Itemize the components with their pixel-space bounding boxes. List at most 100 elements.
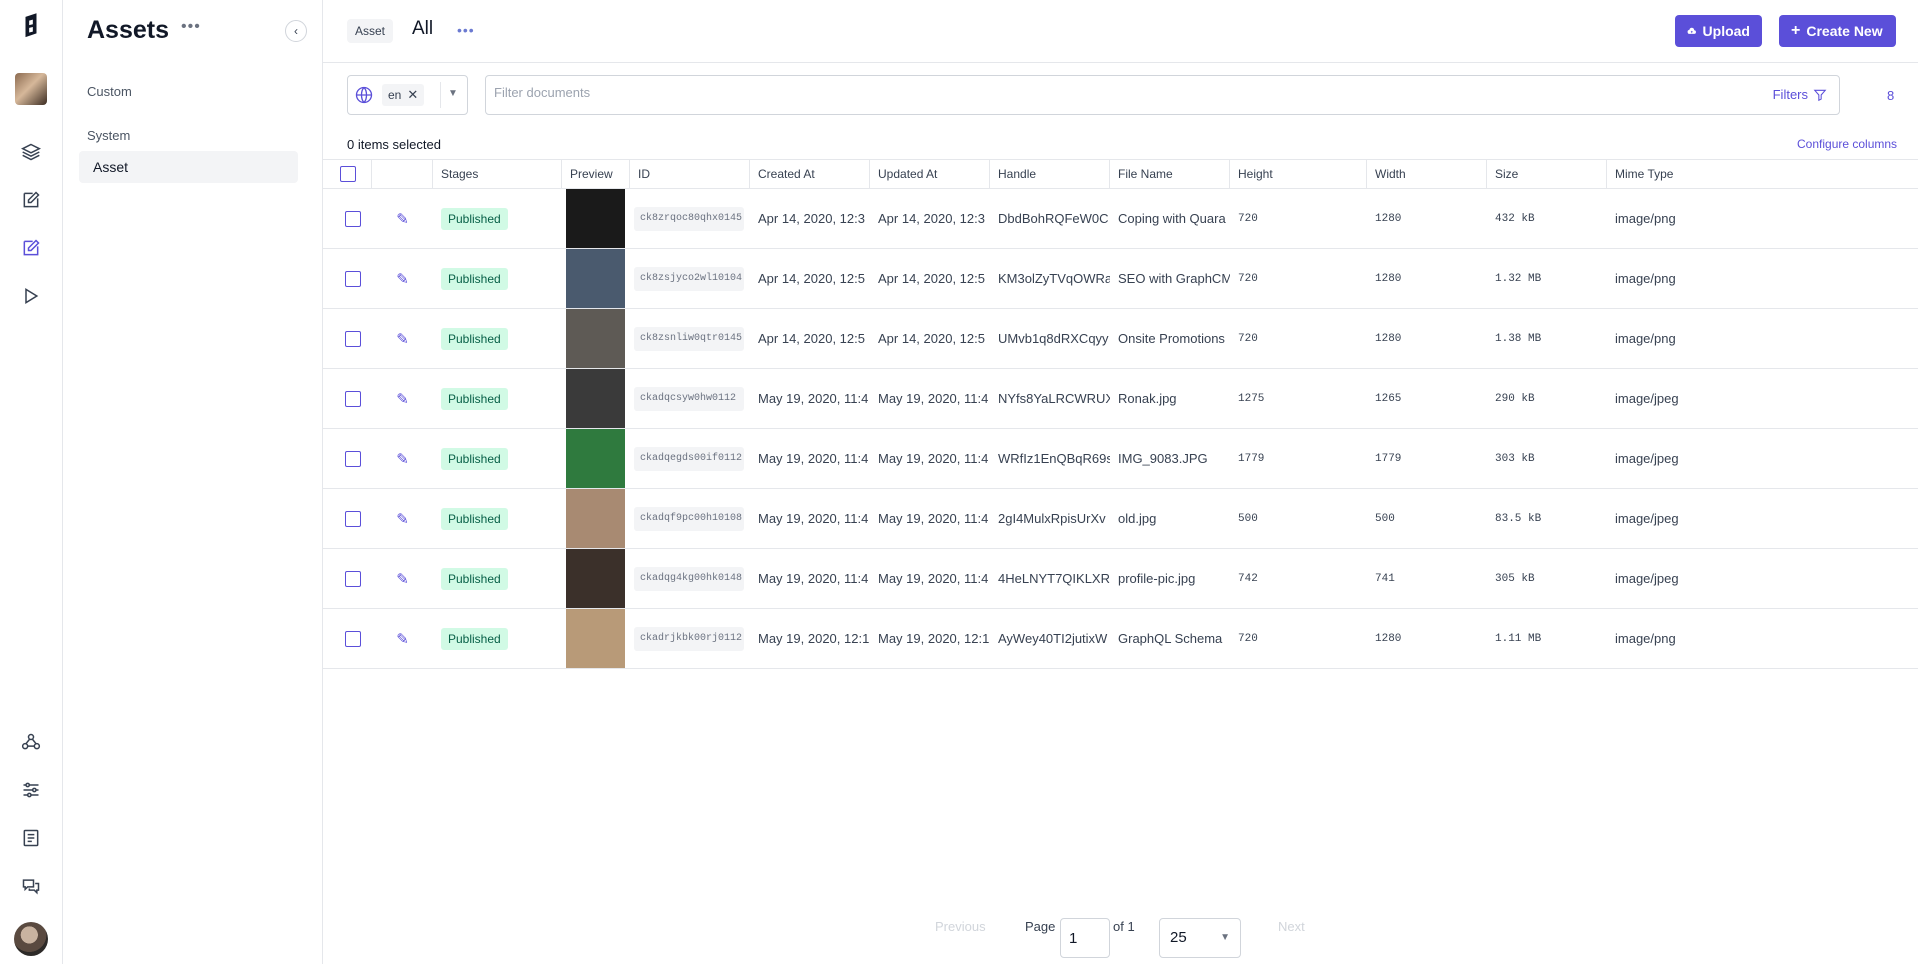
header-mime-type[interactable]: Mime Type xyxy=(1607,160,1918,189)
project-thumbnail[interactable] xyxy=(15,73,47,105)
header-size[interactable]: Size xyxy=(1487,160,1607,189)
pencil-icon[interactable]: ✎ xyxy=(396,570,409,588)
locale-select[interactable]: en ✕ ▼ xyxy=(347,75,468,115)
upload-button[interactable]: Upload xyxy=(1675,15,1762,47)
assets-edit-icon[interactable] xyxy=(19,236,43,260)
id-chip[interactable]: ckadrjkbk00rj0112 xyxy=(634,626,744,651)
preview-cell xyxy=(562,369,630,428)
file-name-cell: Ronak.jpg xyxy=(1118,391,1177,406)
size-cell: 83.5 kB xyxy=(1495,512,1542,525)
header-file-name[interactable]: File Name xyxy=(1110,160,1230,189)
height-cell: 720 xyxy=(1238,272,1258,285)
table-row[interactable]: ✎ Published ckadqg4kg00hk0148 May 19, 2020,… xyxy=(323,549,1918,609)
table-row[interactable]: ✎ Published ckadqcsyw0hw0112 May 19, 2020, … xyxy=(323,369,1918,429)
id-chip[interactable]: ck8zsnliw0qtr0145 xyxy=(634,326,744,351)
filters-button[interactable]: Filters xyxy=(1773,87,1827,102)
sidebar-group-system[interactable]: System xyxy=(87,128,130,143)
row-checkbox[interactable] xyxy=(345,210,361,227)
preview-thumbnail[interactable] xyxy=(566,609,625,668)
row-select-cell xyxy=(323,369,372,428)
preview-thumbnail[interactable] xyxy=(566,489,625,548)
header-handle[interactable]: Handle xyxy=(990,160,1110,189)
create-new-button[interactable]: + Create New xyxy=(1779,15,1896,47)
preview-thumbnail[interactable] xyxy=(566,369,625,428)
id-chip[interactable]: ckadqcsyw0hw0112 xyxy=(634,386,744,411)
row-checkbox[interactable] xyxy=(345,570,361,587)
next-button[interactable]: Next xyxy=(1278,919,1305,934)
sidebar-item-asset[interactable]: Asset xyxy=(79,151,298,183)
chat-icon[interactable] xyxy=(19,874,43,898)
id-chip[interactable]: ckadqf9pc00h10108 xyxy=(634,506,744,531)
header-updated-at[interactable]: Updated At xyxy=(870,160,990,189)
table-row[interactable]: ✎ Published ck8zsnliw0qtr0145 Apr 14, 2020,… xyxy=(323,309,1918,369)
preview-thumbnail[interactable] xyxy=(566,549,625,608)
row-select-cell xyxy=(323,309,372,368)
view-more-icon[interactable]: ••• xyxy=(457,22,475,38)
preview-thumbnail[interactable] xyxy=(566,249,625,308)
file-name-cell: Onsite Promotions xyxy=(1118,331,1225,346)
stage-cell: Published xyxy=(433,189,562,248)
height-cell: 742 xyxy=(1238,572,1258,585)
content-edit-icon[interactable] xyxy=(19,188,43,212)
header-width[interactable]: Width xyxy=(1367,160,1487,189)
pencil-icon[interactable]: ✎ xyxy=(396,210,409,228)
table-row[interactable]: ✎ Published ckadqf9pc00h10108 May 19, 2020,… xyxy=(323,489,1918,549)
page-number-input[interactable] xyxy=(1060,918,1110,958)
pencil-icon[interactable]: ✎ xyxy=(396,330,409,348)
table-row[interactable]: ✎ Published ck8zrqoc80qhx0145 Apr 14, 2020,… xyxy=(323,189,1918,249)
table-row[interactable]: ✎ Published ckadrjkbk00rj0112 May 19, 2020,… xyxy=(323,609,1918,669)
user-avatar[interactable] xyxy=(14,922,48,956)
page-size-select[interactable]: 25 ▼ xyxy=(1159,918,1241,958)
id-chip[interactable]: ckadqg4kg00hk0148 xyxy=(634,566,744,591)
id-chip[interactable]: ck8zsjyco2wl10104 xyxy=(634,266,744,291)
webhooks-icon[interactable] xyxy=(19,730,43,754)
header-preview[interactable]: Preview xyxy=(562,160,630,189)
close-icon[interactable]: ✕ xyxy=(407,84,418,106)
header-id[interactable]: ID xyxy=(630,160,750,189)
id-chip[interactable]: ckadqegds00if0112 xyxy=(634,446,744,471)
previous-button[interactable]: Previous xyxy=(935,919,986,934)
chevron-down-icon[interactable]: ▼ xyxy=(448,88,458,99)
pencil-icon[interactable]: ✎ xyxy=(396,510,409,528)
pencil-icon[interactable]: ✎ xyxy=(396,270,409,288)
id-chip[interactable]: ck8zrqoc80qhx0145 xyxy=(634,206,744,231)
pencil-icon[interactable]: ✎ xyxy=(396,390,409,408)
id-cell: ckadqg4kg00hk0148 xyxy=(630,549,750,608)
pencil-icon[interactable]: ✎ xyxy=(396,450,409,468)
sidebar-group-custom[interactable]: Custom xyxy=(87,84,132,99)
playground-icon[interactable] xyxy=(19,284,43,308)
locale-chip[interactable]: en ✕ xyxy=(382,84,425,106)
select-all-checkbox[interactable] xyxy=(340,166,356,182)
row-checkbox[interactable] xyxy=(345,270,361,287)
row-checkbox[interactable] xyxy=(345,450,361,467)
table-row[interactable]: ✎ Published ckadqegds00if0112 May 19, 2020,… xyxy=(323,429,1918,489)
header-stages[interactable]: Stages xyxy=(433,160,562,189)
preview-thumbnail[interactable] xyxy=(566,189,625,248)
header-created-at[interactable]: Created At xyxy=(750,160,870,189)
stage-cell: Published xyxy=(433,429,562,488)
layers-icon[interactable] xyxy=(19,140,43,164)
mime-type-cell: image/png xyxy=(1615,271,1676,286)
height-cell: 720 xyxy=(1238,212,1258,225)
row-checkbox[interactable] xyxy=(345,510,361,527)
pencil-icon[interactable]: ✎ xyxy=(396,630,409,648)
preview-thumbnail[interactable] xyxy=(566,309,625,368)
chevron-down-icon: ▼ xyxy=(1220,932,1230,943)
row-checkbox[interactable] xyxy=(345,390,361,407)
header-select-all[interactable] xyxy=(323,160,372,189)
logo-icon[interactable] xyxy=(19,12,43,42)
row-select-cell xyxy=(323,189,372,248)
mime-type-cell: image/jpeg xyxy=(1615,451,1679,466)
preview-thumbnail[interactable] xyxy=(566,429,625,488)
row-checkbox[interactable] xyxy=(345,630,361,647)
header-height[interactable]: Height xyxy=(1230,160,1367,189)
settings-sliders-icon[interactable] xyxy=(19,778,43,802)
filter-input[interactable] xyxy=(494,85,1494,100)
configure-columns-link[interactable]: Configure columns xyxy=(1797,137,1897,151)
row-checkbox[interactable] xyxy=(345,330,361,347)
docs-icon[interactable] xyxy=(19,826,43,850)
sidebar-more-icon[interactable]: ••• xyxy=(181,18,201,36)
collapse-sidebar-button[interactable]: ‹ xyxy=(285,20,307,42)
table-row[interactable]: ✎ Published ck8zsjyco2wl10104 Apr 14, 2020,… xyxy=(323,249,1918,309)
breadcrumb[interactable]: Asset xyxy=(347,19,394,43)
